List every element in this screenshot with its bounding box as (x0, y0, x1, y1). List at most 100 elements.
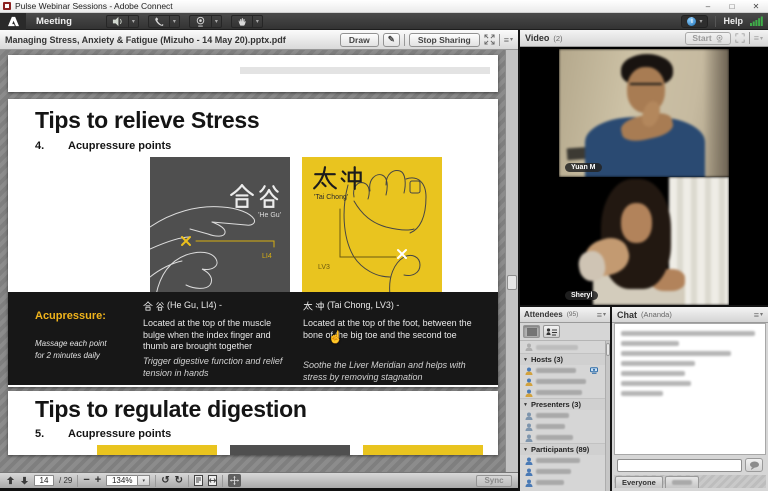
speaker-icon[interactable] (106, 15, 128, 28)
speaker-control[interactable] (106, 15, 139, 28)
chat-message-list[interactable] (614, 323, 766, 455)
slide-point-number: 5. (35, 428, 44, 440)
acupressure-heading: Acupressure: (35, 310, 106, 322)
attendee-status-view-button[interactable] (543, 325, 560, 338)
svg-text:LI4: LI4 (262, 253, 272, 260)
chat-pod-title: Chat (617, 310, 637, 320)
raise-hand-icon[interactable] (231, 15, 252, 28)
hand-line-art: LI4 (150, 157, 290, 295)
attendee-row[interactable] (520, 376, 605, 387)
slide-point-label: Acupressure points (68, 140, 171, 152)
chat-message-input[interactable] (617, 459, 742, 472)
phone-icon[interactable] (148, 15, 169, 28)
fullscreen-icon[interactable] (484, 34, 495, 45)
speaker-dropdown[interactable] (128, 15, 139, 28)
attendee-row[interactable] (520, 477, 605, 488)
attendee-row[interactable] (520, 410, 605, 421)
video-feed-sheryl: Sheryl (559, 177, 729, 305)
slide-previous-partial (8, 55, 498, 92)
chat-tab-everyone[interactable]: Everyone (615, 476, 663, 488)
attendee-list-view-button[interactable] (523, 325, 540, 338)
fit-width-icon[interactable] (208, 475, 217, 486)
attendee-row[interactable] (520, 432, 605, 443)
scrollbar-thumb[interactable] (606, 343, 610, 356)
send-chat-button[interactable] (745, 458, 763, 472)
hosts-section-header[interactable]: Hosts (3) (520, 353, 605, 365)
raise-hand-control[interactable] (231, 15, 263, 28)
attendees-pod-options-icon[interactable] (597, 310, 606, 320)
attendee-row[interactable] (520, 421, 605, 432)
card-romanized: 'He Gu' (258, 212, 281, 219)
pointer-tool-button[interactable]: ✎ (383, 33, 400, 47)
participant-name-badge: Yuan M (565, 163, 602, 172)
zoom-out-button[interactable]: − (83, 475, 89, 486)
fit-page-icon[interactable] (194, 475, 203, 486)
document-viewport[interactable]: Tips to relieve Stress 4. Acupressure po… (0, 50, 518, 472)
attendees-pod: Attendees (95) Hosts (3) (520, 307, 610, 491)
maximize-button[interactable]: □ (720, 0, 744, 13)
slide-next-partial: Tips to regulate digestion 5. Acupressur… (8, 391, 498, 455)
rotate-left-icon[interactable] (161, 476, 169, 486)
chat-tab-private[interactable] (665, 476, 699, 488)
acupressure-note: Massage each point for 2 minutes daily (35, 338, 107, 362)
attendee-row[interactable] (520, 387, 605, 398)
adobe-logo (0, 13, 26, 30)
video-pod: Video (2) Start Yuan M (520, 30, 768, 305)
participants-section-header[interactable]: Participants (89) (520, 443, 605, 455)
scrollbar-thumb[interactable] (507, 275, 517, 290)
share-pod-options-icon[interactable] (504, 35, 513, 45)
zoom-dropdown[interactable] (138, 475, 150, 486)
video-feed-yuan: Yuan M (559, 49, 729, 177)
webcam-icon (715, 34, 724, 43)
document-scrollbar[interactable] (505, 50, 518, 472)
window-titlebar: Pulse Webinar Sessions - Adobe Connect –… (0, 0, 768, 13)
draw-button[interactable]: Draw (340, 33, 379, 47)
hanzi-taichong (312, 165, 365, 191)
chat-scope: (Ananda) (641, 310, 672, 319)
chat-pod-options-icon[interactable] (754, 310, 763, 320)
collapse-icon (523, 447, 528, 453)
raise-hand-dropdown[interactable] (252, 15, 263, 28)
presenters-section-header[interactable]: Presenters (3) (520, 398, 605, 410)
shared-document-title: Managing Stress, Anxiety & Fatigue (Mizu… (5, 35, 286, 45)
breakout-room-row (520, 341, 605, 353)
pan-tool-icon[interactable] (228, 474, 241, 487)
attendee-row[interactable] (520, 466, 605, 477)
video-pod-options-icon[interactable] (754, 33, 763, 43)
card-stub (230, 445, 350, 455)
page-down-button[interactable] (20, 476, 29, 485)
rotate-right-icon[interactable] (175, 476, 183, 486)
signal-strength-icon (750, 16, 763, 26)
sync-button[interactable]: Sync (476, 475, 512, 487)
page-up-button[interactable] (6, 476, 15, 485)
video-fullscreen-icon[interactable] (735, 33, 745, 43)
webcam-icon[interactable] (189, 15, 211, 28)
phone-control[interactable] (148, 15, 180, 28)
phone-dropdown[interactable] (169, 15, 180, 28)
previous-slide-graphic (240, 67, 490, 74)
minimize-button[interactable]: – (696, 0, 720, 13)
share-pod-header: Managing Stress, Anxiety & Fatigue (Mizu… (0, 30, 518, 50)
attendees-count: (95) (567, 311, 579, 318)
zoom-level[interactable]: 134% (106, 475, 138, 486)
zoom-in-button[interactable]: + (95, 475, 101, 486)
attendees-scrollbar[interactable] (605, 341, 610, 491)
slide-point-label: Acupressure points (68, 428, 171, 440)
video-count: (2) (553, 34, 562, 43)
participant-name-badge: Sheryl (565, 291, 598, 300)
attendee-row[interactable] (520, 365, 605, 376)
app-menubar: Meeting i▾ Help (0, 13, 768, 30)
help-menu[interactable]: Help (723, 16, 743, 26)
attendee-row[interactable] (520, 455, 605, 466)
webcam-control[interactable] (189, 15, 222, 28)
acupoint-card-taichong: LV3 'Tai Chong' (302, 157, 442, 295)
stop-sharing-button[interactable]: Stop Sharing (409, 33, 480, 47)
slide-title: Tips to relieve Stress (35, 107, 259, 134)
webcam-dropdown[interactable] (211, 15, 222, 28)
page-number-input[interactable]: 14 (34, 475, 54, 486)
start-webcam-button[interactable]: Start (685, 32, 730, 45)
meeting-menu[interactable]: Meeting (36, 16, 72, 27)
close-button[interactable]: ✕ (744, 0, 768, 13)
mouse-cursor-hand-icon (328, 330, 343, 344)
connection-info-button[interactable]: i▾ (681, 15, 708, 28)
